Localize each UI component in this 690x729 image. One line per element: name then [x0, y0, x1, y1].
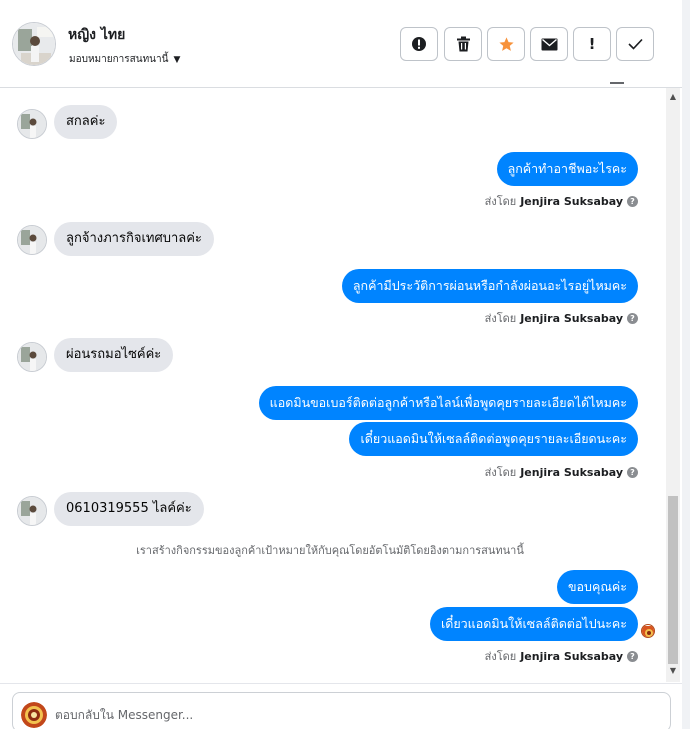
- question-mark-icon[interactable]: ?: [627, 650, 638, 662]
- agent-name: Jenjira Suksabay: [520, 465, 623, 479]
- contact-avatar-small: [17, 496, 47, 526]
- incoming-message[interactable]: สกลค่ะ: [54, 105, 118, 139]
- assign-label: มอบหมายการสนทนานี้: [69, 54, 169, 65]
- sent-by-info: ส่งโดย Jenjira Suksabay ?: [485, 647, 638, 665]
- agent-name: Jenjira Suksabay: [520, 649, 623, 663]
- delete-button[interactable]: [444, 27, 482, 61]
- composer-divider: [0, 683, 682, 684]
- alert-circle-icon: [412, 37, 426, 51]
- incoming-message[interactable]: 0610319555 ไลค์ค่ะ: [54, 492, 204, 526]
- outgoing-message[interactable]: ลูกค้ามีประวัติการผ่อนหรือกำลังผ่อนอะไรอ…: [341, 269, 638, 303]
- sent-by-info: ส่งโดย Jenjira Suksabay ?: [485, 192, 638, 210]
- page-avatar: [21, 702, 47, 728]
- agent-name: Jenjira Suksabay: [520, 194, 623, 208]
- question-mark-icon[interactable]: ?: [627, 195, 638, 207]
- messenger-inbox-conversation: หญิง ไทย มอบหมายการสนทนานี้ ▼ ! ▲ ▼ สกลค…: [0, 0, 690, 729]
- window-edge: [682, 0, 690, 729]
- mark-done-button[interactable]: [616, 27, 654, 61]
- question-mark-icon[interactable]: ?: [627, 312, 638, 324]
- mark-spam-button[interactable]: [400, 27, 438, 61]
- sent-by-prefix: ส่งโดย: [484, 466, 517, 479]
- envelope-icon: [541, 38, 557, 50]
- assign-conversation-dropdown[interactable]: มอบหมายการสนทนานี้ ▼: [69, 52, 180, 67]
- check-icon: [627, 38, 643, 50]
- follow-up-button[interactable]: !: [573, 27, 611, 61]
- incoming-message[interactable]: ผ่อนรถมอไซค์ค่ะ: [54, 338, 174, 372]
- star-button[interactable]: [487, 27, 525, 61]
- caret-down-icon: ▼: [173, 54, 181, 65]
- contact-name[interactable]: หญิง ไทย: [68, 24, 125, 46]
- sent-by-info: ส่งโดย Jenjira Suksabay ?: [485, 463, 638, 481]
- conversation-header: หญิง ไทย มอบหมายการสนทนานี้ ▼ !: [0, 0, 682, 88]
- scroll-down-icon[interactable]: ▼: [668, 666, 678, 676]
- exclamation-icon: !: [588, 35, 596, 53]
- mark-unread-button[interactable]: [530, 27, 568, 61]
- question-mark-icon[interactable]: ?: [627, 466, 638, 478]
- contact-avatar-small: [17, 342, 47, 372]
- agent-name: Jenjira Suksabay: [520, 311, 623, 325]
- sent-by-prefix: ส่งโดย: [484, 312, 517, 325]
- scroll-up-icon[interactable]: ▲: [668, 92, 678, 102]
- outgoing-message[interactable]: เดี๋ยวแอดมินให้เซลล์ติดต่อไปนะคะ: [429, 607, 638, 641]
- outgoing-message[interactable]: ลูกค้าทำอาชีพอะไรคะ: [496, 152, 638, 186]
- contact-avatar-small: [17, 109, 47, 139]
- scrollbar-thumb[interactable]: [668, 496, 678, 664]
- reply-composer: [12, 692, 671, 729]
- contact-avatar[interactable]: [12, 22, 56, 66]
- outgoing-message[interactable]: แอดมินขอเบอร์ติดต่อลูกค้าหรือไลน์เพื่อพู…: [258, 386, 638, 420]
- system-notice: เราสร้างกิจกรรมของลูกค้าเป้าหมายให้กับคุ…: [136, 544, 524, 557]
- outgoing-message[interactable]: เดี๋ยวแอดมินให้เซลล์ติดต่อพูดคุยรายละเอี…: [349, 422, 638, 456]
- contact-avatar-small: [17, 225, 47, 255]
- incoming-message[interactable]: ลูกจ้างภารกิจเทศบาลค่ะ: [54, 222, 214, 256]
- star-icon: [498, 36, 514, 51]
- sent-by-info: ส่งโดย Jenjira Suksabay ?: [485, 309, 638, 327]
- reply-input[interactable]: [55, 705, 615, 725]
- seen-receipt-avatar: [641, 624, 655, 638]
- trash-icon: [456, 36, 470, 52]
- clipped-earlier-line: [540, 80, 630, 88]
- sent-by-prefix: ส่งโดย: [484, 650, 517, 663]
- sent-by-prefix: ส่งโดย: [484, 195, 517, 208]
- outgoing-message[interactable]: ขอบคุณค่ะ: [556, 570, 638, 604]
